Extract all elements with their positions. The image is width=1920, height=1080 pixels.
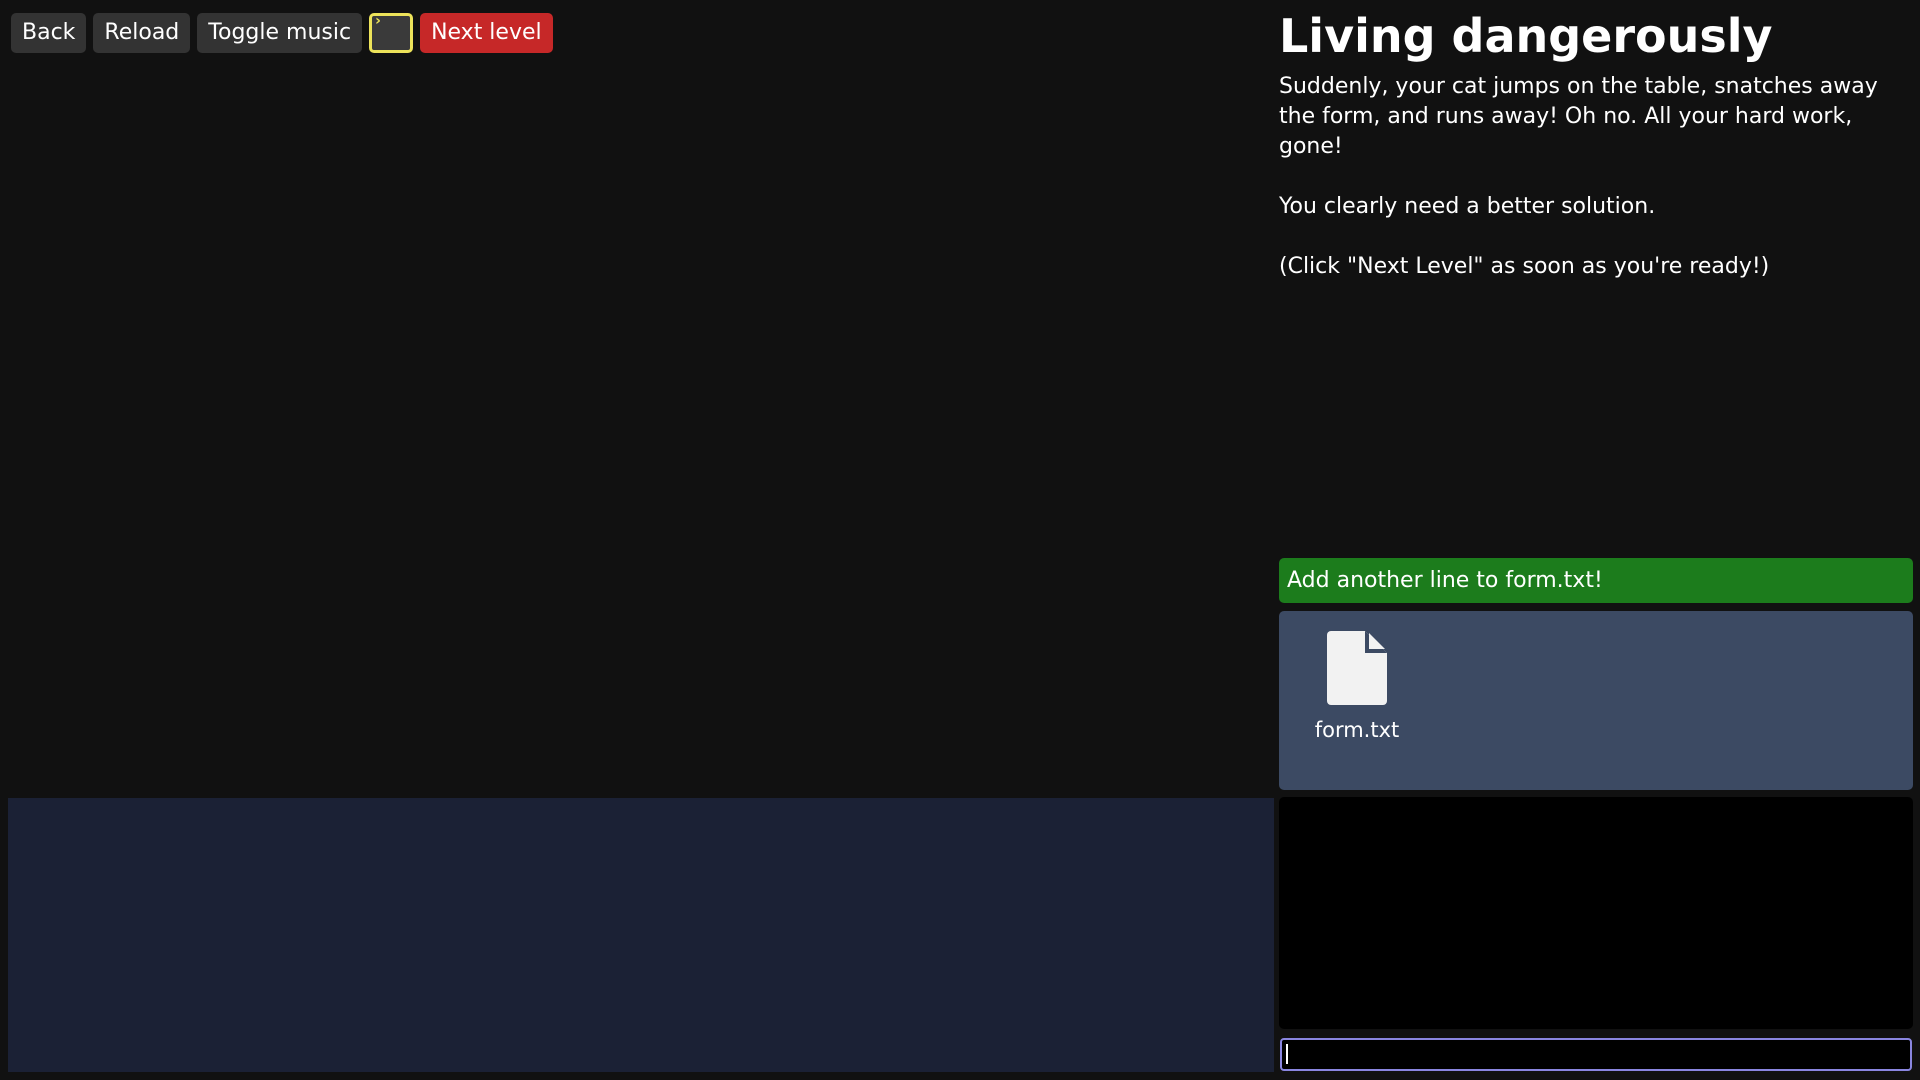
file-name: form.txt <box>1314 718 1400 742</box>
back-button[interactable]: Back <box>11 13 87 53</box>
command-input[interactable] <box>1280 1038 1912 1071</box>
file-icon <box>1327 631 1387 705</box>
file-item[interactable]: form.txt <box>1305 631 1409 743</box>
console-output <box>1279 797 1913 1029</box>
terminal-button[interactable]: › <box>369 13 414 53</box>
toggle-music-button[interactable]: Toggle music <box>197 13 363 53</box>
reload-button[interactable]: Reload <box>93 13 191 53</box>
task-banner: Add another line to form.txt! <box>1279 558 1913 603</box>
description-paragraph: Suddenly, your cat jumps on the table, s… <box>1279 74 1878 159</box>
game-stage[interactable] <box>8 798 1274 1072</box>
description-paragraph: You clearly need a better solution. <box>1279 194 1656 219</box>
level-description: Suddenly, your cat jumps on the table, s… <box>1279 72 1913 312</box>
text-cursor <box>1286 1044 1288 1064</box>
level-title: Living dangerously <box>1279 9 1773 63</box>
terminal-icon: › <box>375 13 381 29</box>
file-browser: form.txt <box>1279 611 1913 790</box>
description-paragraph: (Click "Next Level" as soon as you're re… <box>1279 254 1770 279</box>
level-panel: Living dangerously Suddenly, your cat ju… <box>1279 0 1913 1080</box>
next-level-button[interactable]: Next level <box>420 13 553 53</box>
toolbar: Back Reload Toggle music › Next level <box>11 13 553 53</box>
